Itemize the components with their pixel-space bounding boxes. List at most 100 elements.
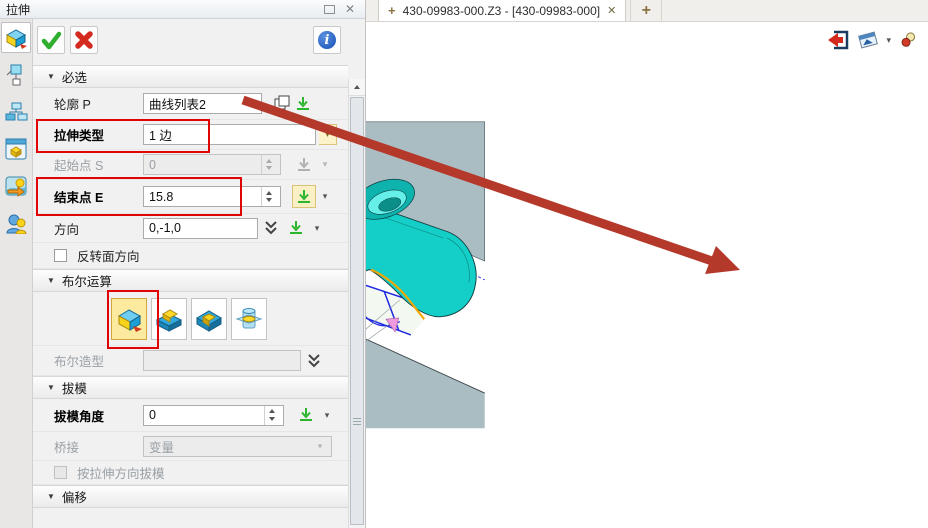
insert-arrow-icon[interactable] — [294, 95, 312, 113]
section-required-label: 必选 — [62, 67, 87, 86]
side-tool-strip — [0, 19, 33, 528]
tab-title: 430-09983-000.Z3 - [430-09983-000] — [403, 4, 600, 18]
section-offset[interactable]: ▼ 偏移 — [33, 485, 348, 508]
topology-tool-icon[interactable] — [1, 59, 31, 90]
extrude-panel: i ▼ 必选 轮廓 P 曲线列表2 拉伸类型 1 边 — [33, 19, 365, 528]
x-icon — [73, 29, 95, 51]
copy-icon[interactable] — [274, 95, 291, 112]
start-point-row: 起始点 S 0 ▾ — [33, 150, 348, 180]
draft-insert-arrow-icon[interactable] — [294, 404, 318, 427]
section-boolean[interactable]: ▼ 布尔运算 — [33, 269, 348, 292]
profile-row: 轮廓 P 曲线列表2 — [33, 88, 348, 120]
section-draft[interactable]: ▼ 拔模 — [33, 376, 348, 399]
bridge-row: 桥接 变量 ▾ — [33, 432, 348, 461]
draft-angle-row: 拔模角度 0 ▾ — [33, 399, 348, 432]
snapshot-caret[interactable]: ▾ — [886, 35, 891, 46]
draft-angle-label: 拔模角度 — [54, 406, 140, 425]
exit-sketch-icon[interactable] — [826, 29, 850, 51]
minimize-icon[interactable] — [324, 5, 335, 14]
draft-caret[interactable]: ▾ — [321, 410, 333, 421]
direction-label: 方向 — [54, 219, 140, 238]
boolean-add-button[interactable] — [151, 298, 187, 340]
document-tabbar: + 430-09983-000.Z3 - [430-09983-000] ✕ + — [366, 0, 928, 22]
section-offset-label: 偏移 — [62, 487, 87, 506]
direction-input[interactable]: 0,-1,0 — [143, 218, 258, 239]
direction-insert-arrow-icon[interactable] — [284, 217, 308, 240]
dialog-title: 拉伸 — [6, 1, 30, 18]
dimension-value[interactable]: 15.8 — [366, 341, 367, 356]
viewport-3d[interactable]: Z X 15.8 ▾ — [366, 22, 928, 528]
new-tab-button[interactable]: + — [630, 0, 662, 21]
draft-along-checkbox — [54, 466, 67, 479]
profile-label: 轮廓 P — [54, 94, 140, 113]
flip-face-label: 反转面方向 — [77, 246, 140, 265]
boolean-remove-button[interactable] — [191, 298, 227, 340]
snapshot-icon[interactable] — [857, 30, 879, 50]
extrude-type-row: 拉伸类型 1 边 ▾ — [33, 120, 348, 150]
panel-scrollbar[interactable] — [348, 79, 365, 528]
cad-scene: Z X 15.8 — [366, 22, 928, 528]
collapse-arrow-icon: ▼ — [47, 72, 55, 81]
collapse-arrow-icon: ▼ — [47, 276, 55, 285]
info-icon: i — [318, 31, 336, 49]
end-caret[interactable]: ▾ — [319, 191, 331, 202]
user-tool-icon[interactable] — [1, 207, 31, 238]
extrude-tool-icon[interactable] — [1, 22, 31, 53]
cancel-button[interactable] — [70, 26, 98, 54]
double-chevron-icon[interactable] — [261, 219, 281, 237]
boolean-shape-label: 布尔造型 — [54, 351, 140, 370]
tab-close-icon[interactable]: ✕ — [607, 4, 616, 17]
info-button[interactable]: i — [313, 26, 341, 54]
extrude-dialog: 拉伸 ✕ — [0, 0, 366, 528]
tab-pin-icon: + — [388, 3, 396, 18]
start-spinner — [261, 155, 275, 174]
panel-toolbar: i — [33, 19, 365, 61]
extrude-type-label: 拉伸类型 — [54, 125, 140, 144]
collapse-arrow-icon: ▼ — [47, 492, 55, 501]
extrude-type-select[interactable]: 1 边 — [143, 124, 316, 145]
double-chevron-icon[interactable] — [304, 352, 324, 370]
window-cube-tool-icon[interactable] — [1, 133, 31, 164]
eraser-pill-icon[interactable] — [898, 30, 918, 50]
end-point-label: 结束点 E — [54, 187, 140, 206]
start-point-input: 0 — [143, 154, 281, 175]
close-icon[interactable]: ✕ — [345, 2, 355, 16]
start-insert-arrow-icon — [292, 153, 316, 176]
scroll-up-icon[interactable] — [349, 79, 365, 96]
direction-row: 方向 0,-1,0 ▾ — [33, 214, 348, 243]
dialog-titlebar[interactable]: 拉伸 ✕ — [0, 0, 365, 19]
start-point-label: 起始点 S — [54, 155, 140, 174]
end-insert-arrow-icon[interactable] — [292, 185, 316, 208]
draft-angle-spinner[interactable] — [264, 406, 278, 425]
view-toolbar: ▾ — [826, 29, 918, 51]
collapse-arrow-icon: ▼ — [47, 383, 55, 392]
section-boolean-label: 布尔运算 — [62, 271, 112, 290]
draft-along-row: 按拉伸方向拔模 — [33, 461, 348, 485]
bridge-label: 桥接 — [54, 437, 140, 456]
extrude-type-caret[interactable]: ▾ — [319, 124, 337, 145]
boolean-shape-row: 布尔造型 — [33, 346, 348, 376]
flip-face-checkbox[interactable] — [54, 249, 67, 262]
boolean-shape-input — [143, 350, 301, 371]
end-spinner[interactable] — [261, 187, 275, 206]
flip-face-row[interactable]: 反转面方向 — [33, 243, 348, 269]
scrollbar-thumb[interactable] — [350, 97, 364, 525]
direction-caret[interactable]: ▾ — [311, 223, 323, 234]
end-point-row: 结束点 E 15.8 ▾ — [33, 180, 348, 214]
draft-angle-input[interactable]: 0 — [143, 405, 284, 426]
bridge-select: 变量 ▾ — [143, 436, 332, 457]
boolean-base-button[interactable] — [111, 298, 147, 340]
end-point-input[interactable]: 15.8 — [143, 186, 281, 207]
draft-along-label: 按拉伸方向拔模 — [77, 463, 165, 482]
boolean-ops-row — [33, 292, 348, 346]
section-required[interactable]: ▼ 必选 — [33, 65, 348, 88]
ok-button[interactable] — [37, 26, 65, 54]
hierarchy-tool-icon[interactable] — [1, 96, 31, 127]
section-draft-label: 拔模 — [62, 378, 87, 397]
boolean-intersect-button[interactable] — [231, 298, 267, 340]
start-caret: ▾ — [319, 159, 331, 170]
document-tab[interactable]: + 430-09983-000.Z3 - [430-09983-000] ✕ — [378, 0, 626, 21]
profile-input[interactable]: 曲线列表2 — [143, 93, 262, 114]
check-icon — [40, 29, 62, 51]
image-tool-icon[interactable] — [1, 170, 31, 201]
